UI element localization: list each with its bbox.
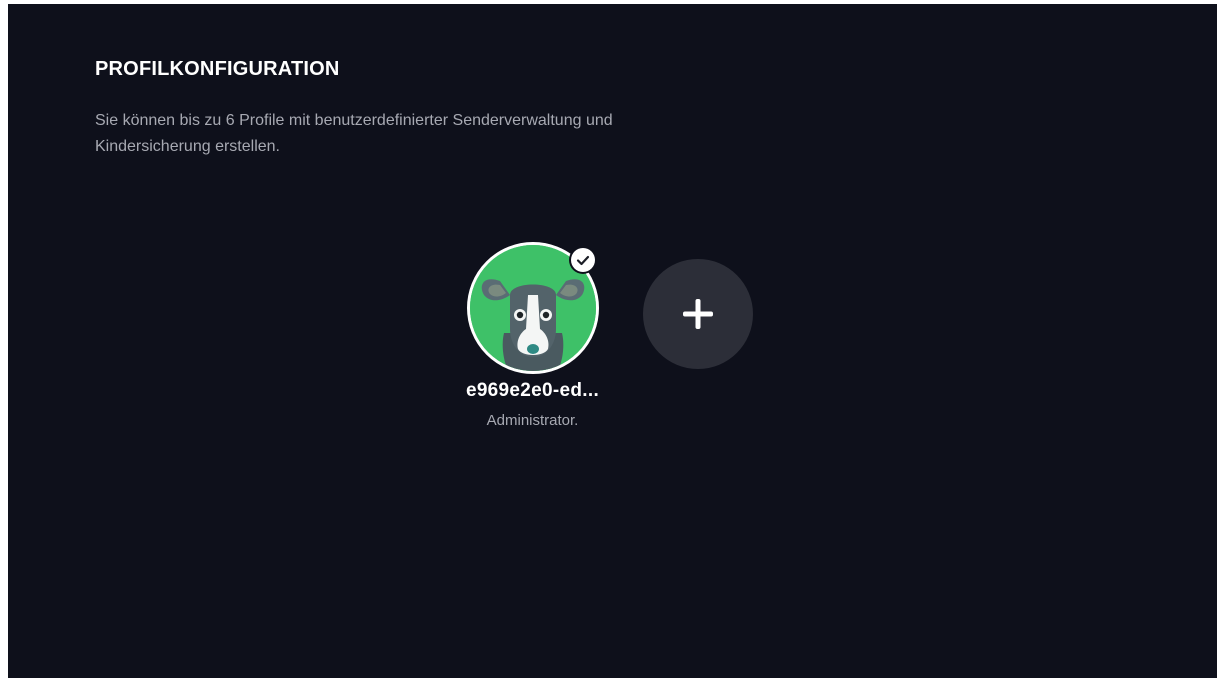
profile-name: e969e2e0-ed... — [465, 380, 600, 401]
profile-configuration-screen: PROFILKONFIGURATION Sie können bis zu 6 … — [8, 4, 1217, 678]
profile-card[interactable]: e969e2e0-ed... Administrator. — [420, 242, 645, 429]
add-profile-button[interactable] — [643, 259, 753, 369]
page-description: Sie können bis zu 6 Profile mit benutzer… — [95, 112, 613, 155]
selected-check-icon — [570, 248, 595, 272]
plus-icon — [683, 299, 713, 329]
profile-role: Administrator. — [486, 412, 579, 429]
avatar-container[interactable] — [466, 242, 599, 374]
page-title: PROFILKONFIGURATION — [95, 58, 340, 80]
